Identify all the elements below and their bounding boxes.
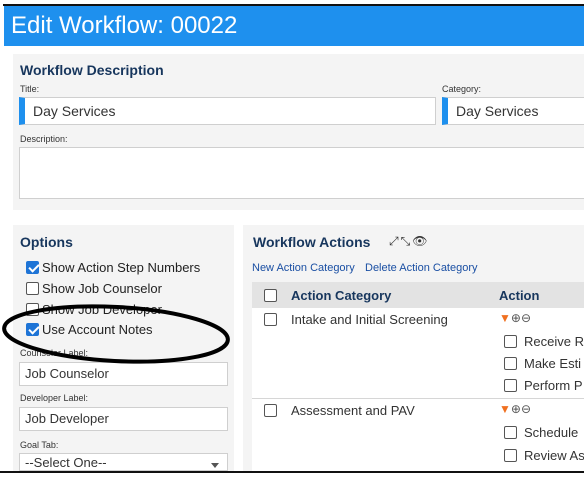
action-item: Review As xyxy=(524,448,584,463)
title-label: Title: xyxy=(20,84,40,94)
row-controls: ▼⊕⊖ xyxy=(499,311,531,325)
column-header-action[interactable]: Action xyxy=(499,288,539,303)
action-checkbox[interactable] xyxy=(504,335,517,348)
checkbox-icon[interactable] xyxy=(26,281,39,295)
move-down-icon[interactable]: ▼ xyxy=(499,402,511,416)
action-item: Schedule xyxy=(524,425,579,440)
title-input[interactable]: Day Services xyxy=(19,97,436,125)
row-controls: ▼⊕⊖ xyxy=(499,402,531,416)
show-action-step-numbers-option[interactable]: Show Action Step Numbers xyxy=(26,258,200,276)
row-checkbox[interactable] xyxy=(264,313,277,326)
move-down-icon[interactable]: ▼ xyxy=(499,311,511,325)
action-checkbox[interactable] xyxy=(504,426,517,439)
action-item: Make Esti xyxy=(524,356,582,371)
remove-circle-icon[interactable]: ⊖ xyxy=(521,311,531,325)
title-bar: Edit Workflow: 00022 xyxy=(4,6,584,46)
screenshot-frame: Edit Workflow: 00022 Workflow Descriptio… xyxy=(0,0,584,495)
new-action-category-link[interactable]: New Action Category xyxy=(252,262,355,274)
eye-icon[interactable]: 👁 xyxy=(412,234,427,248)
option-label: Show Action Step Numbers xyxy=(42,259,201,275)
show-job-counselor-option[interactable]: Show Job Counselor xyxy=(26,279,162,297)
action-checkbox[interactable] xyxy=(504,357,517,370)
goal-tab-label: Goal Tab: xyxy=(20,440,59,450)
goal-tab-value: --Select One-- xyxy=(25,455,107,470)
description-textarea[interactable] xyxy=(19,147,584,199)
add-circle-icon[interactable]: ⊕ xyxy=(511,402,521,416)
workflow-actions-heading: Workflow Actions xyxy=(253,234,371,250)
action-checkbox[interactable] xyxy=(504,379,517,392)
checkbox-checked-icon[interactable] xyxy=(26,260,39,274)
select-all-checkbox[interactable] xyxy=(264,289,277,302)
remove-circle-icon[interactable]: ⊖ xyxy=(521,402,531,416)
expand-icon[interactable]: ⤢ xyxy=(389,234,399,248)
workflow-actions-toolbar: ⤢ ⤡ 👁 xyxy=(389,234,429,249)
delete-action-category-link[interactable]: Delete Action Category xyxy=(365,262,478,274)
options-heading: Options xyxy=(20,234,73,250)
column-header-action-category[interactable]: Action Category xyxy=(291,288,391,303)
goal-tab-select[interactable]: --Select One-- xyxy=(19,453,228,471)
description-label: Description: xyxy=(20,134,68,144)
category-select[interactable]: Day Services xyxy=(442,97,584,125)
annotation-ellipse xyxy=(2,304,230,364)
action-item: Perform P xyxy=(524,378,583,393)
chevron-down-icon xyxy=(211,463,219,468)
developer-label: Developer Label: xyxy=(20,393,89,403)
action-category-cell: Intake and Initial Screening xyxy=(291,312,448,327)
workflow-description-heading: Workflow Description xyxy=(20,62,164,78)
bottom-border xyxy=(0,471,584,473)
page-title: Edit Workflow: 00022 xyxy=(11,12,238,39)
action-category-cell: Assessment and PAV xyxy=(291,403,415,418)
add-circle-icon[interactable]: ⊕ xyxy=(511,311,521,325)
category-label: Category: xyxy=(442,84,482,94)
developer-label-input[interactable]: Job Developer xyxy=(19,407,228,431)
collapse-icon[interactable]: ⤡ xyxy=(401,234,411,248)
action-item: Receive R xyxy=(524,334,584,349)
option-label: Show Job Counselor xyxy=(42,280,162,296)
row-checkbox[interactable] xyxy=(264,404,277,417)
action-checkbox[interactable] xyxy=(504,449,517,462)
